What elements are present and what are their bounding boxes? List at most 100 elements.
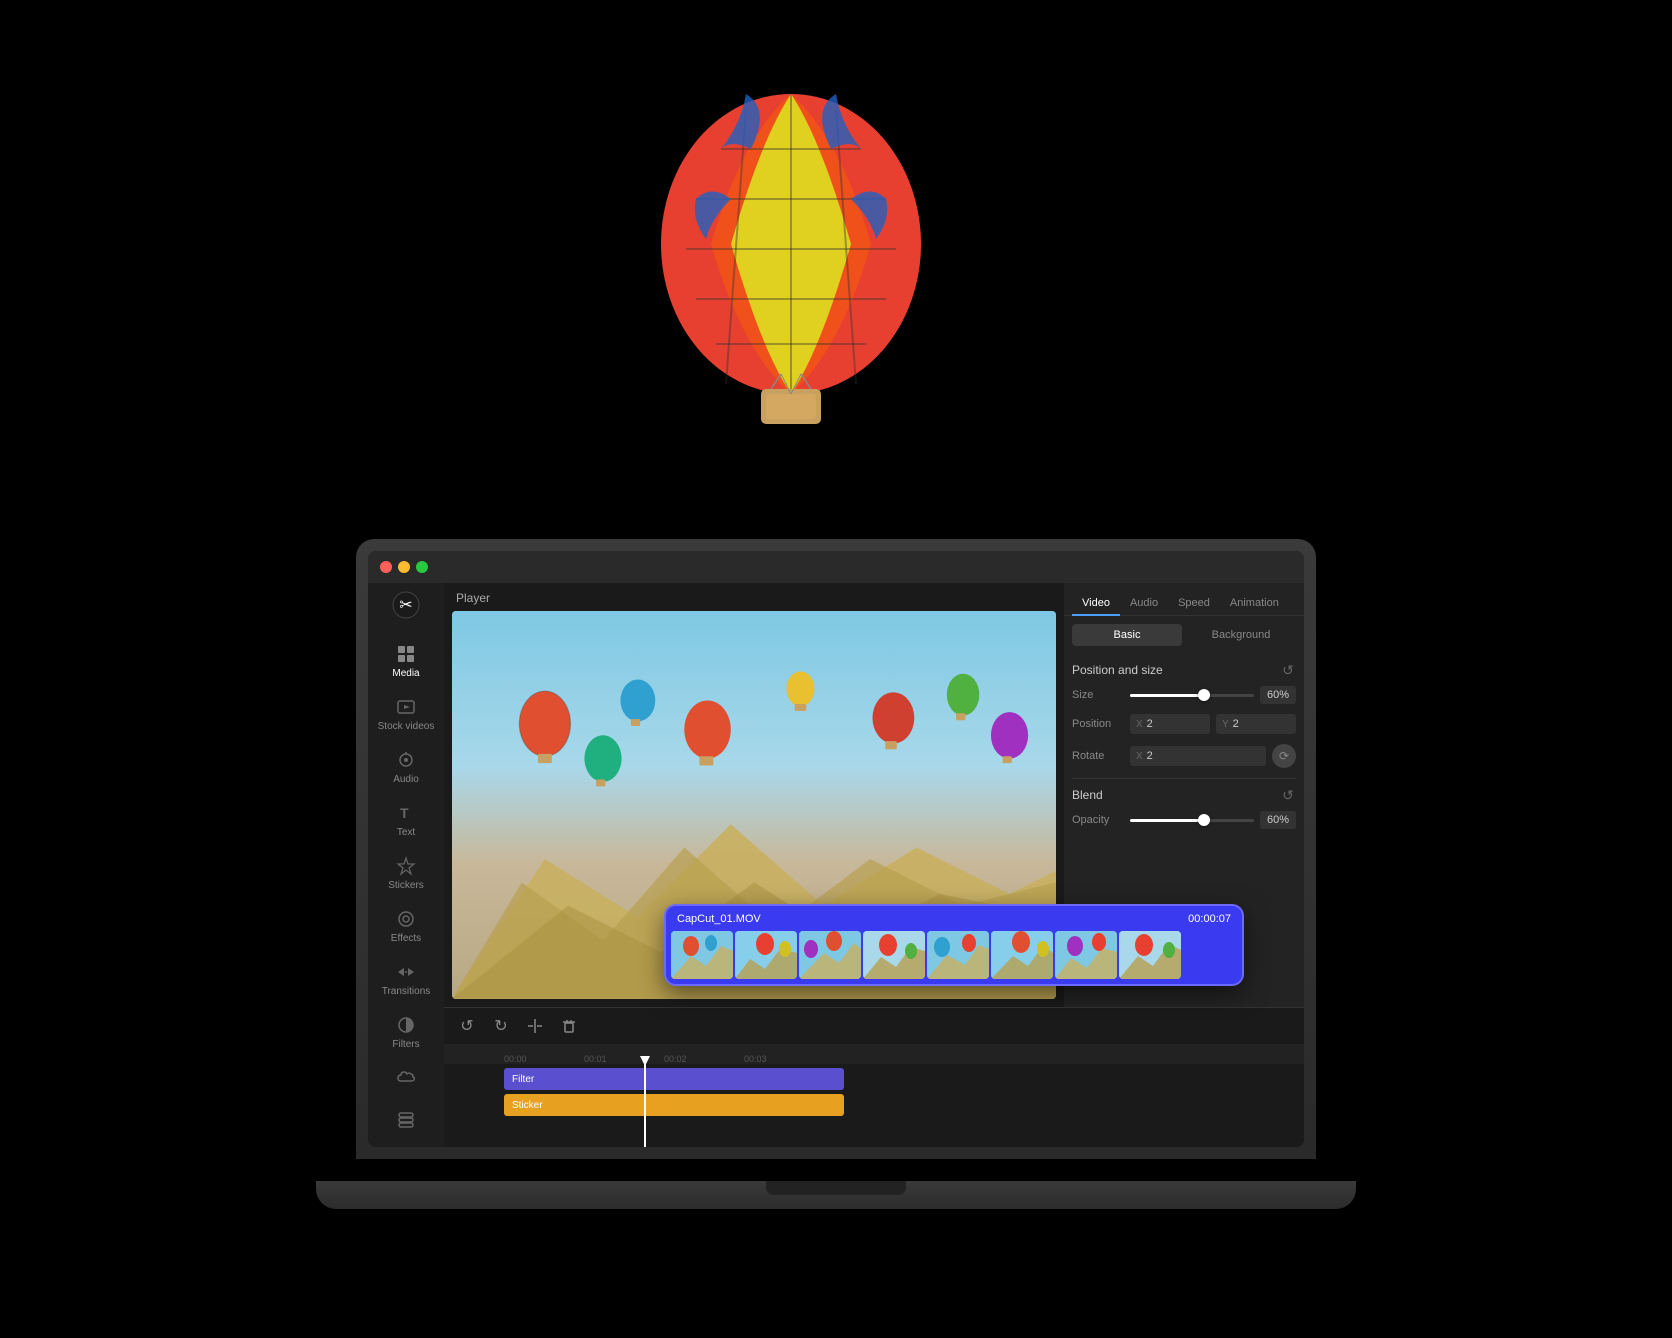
sidebar-item-filters[interactable]: Filters [372,1006,440,1059]
rotate-control-row: Rotate X 2 ⟳ [1072,744,1296,768]
stock-videos-icon [395,696,417,718]
clip-frame-6 [991,931,1053,979]
cloud-icon [395,1067,417,1089]
sidebar-item-cloud[interactable] [372,1059,440,1097]
audio-label: Audio [393,774,419,786]
clip-frame-5 [927,931,989,979]
panel-sub-tabs: Basic Background [1064,616,1304,654]
clip-frame-3 [799,931,861,979]
app-body: ✂ Media [368,583,1304,1147]
stickers-icon [395,855,417,877]
position-size-header: Position and size ↺ [1072,662,1296,678]
hero-balloon [641,89,941,474]
tab-video[interactable]: Video [1072,591,1120,615]
opacity-value[interactable]: 60% [1260,811,1296,829]
clip-filename: CapCut_01.MOV [677,913,761,925]
opacity-label: Opacity [1072,814,1124,826]
blend-header: Blend ↺ [1072,787,1296,803]
blend-title: Blend [1072,788,1103,802]
sidebar-item-media[interactable]: Media [372,635,440,688]
clip-frame-8 [1119,931,1181,979]
sidebar-item-settings[interactable] [372,1101,440,1139]
text-icon: T [395,802,417,824]
rotate-label: Rotate [1072,750,1124,762]
sidebar-item-audio[interactable]: Audio [372,741,440,794]
position-size-reset[interactable]: ↺ [1280,662,1296,678]
sidebar-item-text[interactable]: T Text [372,794,440,847]
opacity-slider[interactable] [1130,819,1254,822]
subtab-basic[interactable]: Basic [1072,624,1182,646]
transitions-icon [395,961,417,983]
ruler-0: 00:00 [504,1054,584,1064]
playhead [644,1064,646,1147]
filter-track-label: Filter [512,1074,534,1085]
clip-popup: CapCut_01.MOV 00:00:07 [664,904,1244,986]
ruler-2: 00:02 [664,1054,744,1064]
split-button[interactable] [524,1015,546,1037]
laptop-base [316,1181,1356,1209]
laptop-wrapper: ✂ Media [286,119,1386,1219]
media-label: Media [392,668,419,680]
position-size-title: Position and size [1072,663,1163,677]
sidebar-item-transitions[interactable]: Transitions [372,953,440,1006]
stickers-label: Stickers [388,880,424,892]
rotate-circle-button[interactable]: ⟳ [1272,744,1296,768]
size-label: Size [1072,689,1124,701]
main-area: Player [444,583,1304,1147]
opacity-control-row: Opacity 60% [1072,811,1296,829]
panel-tabs: Video Audio Speed Animation [1064,583,1304,616]
redo-button[interactable]: ↻ [490,1015,512,1037]
section-divider [1072,778,1296,779]
svg-text:T: T [400,805,409,821]
app-logo: ✂ [388,591,424,619]
clip-duration: 00:00:07 [1188,913,1231,925]
clip-frame-7 [1055,931,1117,979]
transitions-label: Transitions [382,986,431,998]
rotate-x-input[interactable]: X 2 [1130,746,1266,766]
position-x-input[interactable]: X 2 [1130,714,1210,734]
filter-track[interactable]: Filter [504,1068,844,1090]
clip-frame-1 [671,931,733,979]
traffic-light-red[interactable] [380,561,392,573]
undo-button[interactable]: ↺ [456,1015,478,1037]
tab-speed[interactable]: Speed [1168,591,1220,615]
filters-label: Filters [392,1039,419,1051]
player-label: Player [452,591,1056,605]
media-icon [395,643,417,665]
svg-text:✂: ✂ [399,597,412,614]
settings-icon [395,1109,417,1131]
clip-frames [669,929,1239,981]
ruler-1: 00:01 [584,1054,664,1064]
sidebar-item-stock-videos[interactable]: Stock videos [372,688,440,741]
text-label: Text [397,827,415,839]
tab-audio[interactable]: Audio [1120,591,1168,615]
sidebar-item-stickers[interactable]: Stickers [372,847,440,900]
laptop-screen: ✂ Media [368,551,1304,1147]
size-slider[interactable] [1130,694,1254,697]
timeline-tracks: Filter Sticker CapCut_01.MOV 00:00:07 [444,1064,1304,1147]
laptop-notch [766,1181,906,1195]
audio-icon [395,749,417,771]
timeline-ruler: 00:00 00:01 00:02 00:03 [444,1044,1304,1064]
tab-animation[interactable]: Animation [1220,591,1289,615]
position-control-row: Position X 2 Y 2 [1072,714,1296,734]
position-label: Position [1072,718,1124,730]
effects-label: Effects [391,933,421,945]
title-bar [368,551,1304,583]
subtab-background[interactable]: Background [1186,624,1296,646]
filters-icon [395,1014,417,1036]
size-control-row: Size 60% [1072,686,1296,704]
sticker-track-label: Sticker [512,1100,543,1111]
position-y-value: 2 [1233,718,1239,730]
blend-reset[interactable]: ↺ [1280,787,1296,803]
traffic-light-yellow[interactable] [398,561,410,573]
delete-button[interactable] [558,1015,580,1037]
sticker-track[interactable]: Sticker [504,1094,844,1116]
sidebar-item-effects[interactable]: Effects [372,900,440,953]
traffic-light-green[interactable] [416,561,428,573]
position-y-input[interactable]: Y 2 [1216,714,1296,734]
position-x-value: 2 [1147,718,1153,730]
clip-frame-4 [863,931,925,979]
rotate-x-value: 2 [1147,750,1153,762]
size-value[interactable]: 60% [1260,686,1296,704]
